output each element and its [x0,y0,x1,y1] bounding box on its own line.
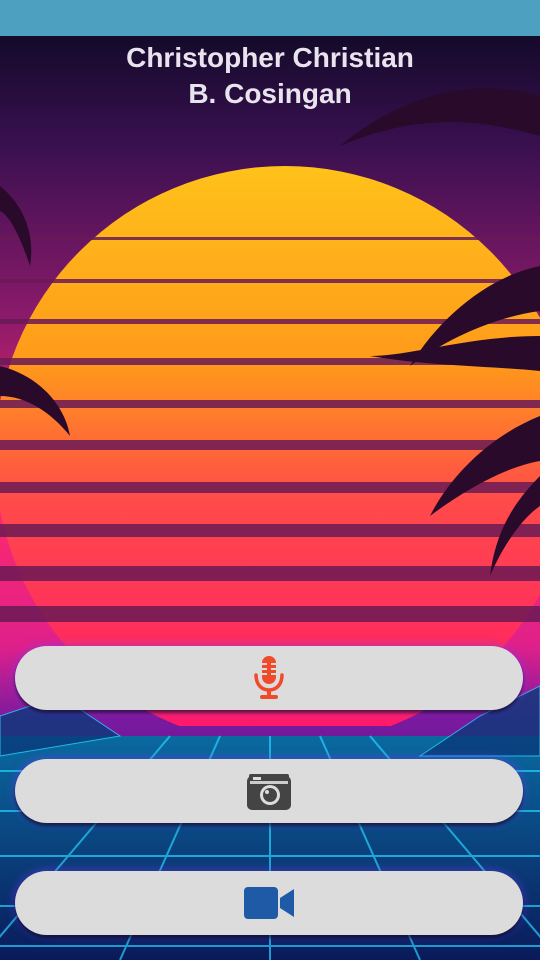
status-bar [0,0,540,36]
record-audio-button[interactable] [15,646,523,710]
title-line-1: Christopher Christian [126,42,414,73]
page-title: Christopher Christian B. Cosingan [0,40,540,112]
record-video-button[interactable] [15,871,523,935]
camera-icon [246,771,292,811]
title-line-2: B. Cosingan [188,78,352,109]
microphone-icon [252,655,286,701]
video-camera-icon [243,886,295,920]
take-photo-button[interactable] [15,759,523,823]
